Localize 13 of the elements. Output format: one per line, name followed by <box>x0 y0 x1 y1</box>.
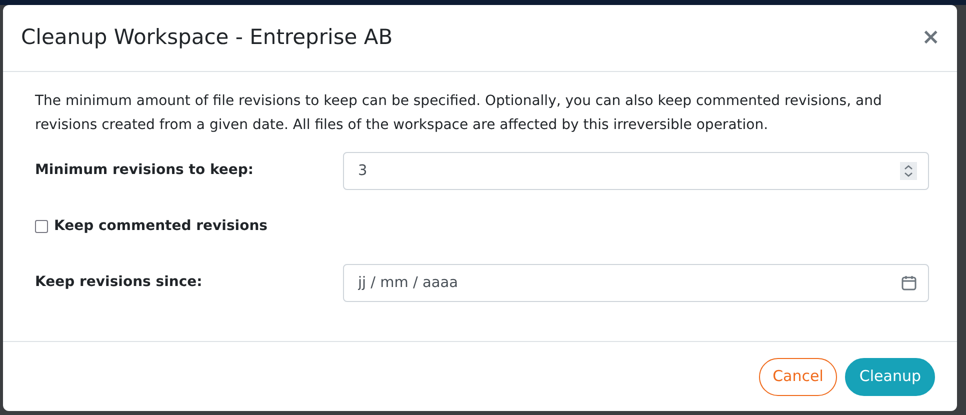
cancel-button[interactable]: Cancel <box>758 358 838 396</box>
close-button[interactable]: × <box>922 27 940 49</box>
date-field[interactable]: jj / mm / aaaa <box>343 264 929 302</box>
cleanup-button[interactable]: Cleanup <box>845 358 935 396</box>
checkbox-label[interactable]: Keep commented revisions <box>54 216 268 238</box>
calendar-icon[interactable] <box>901 274 917 291</box>
checkbox[interactable] <box>35 220 48 234</box>
field-label: Keep revisions since: <box>35 273 204 292</box>
dialog-title: Cleanup Workspace - Entreprise AB <box>21 25 393 51</box>
spinner-icon[interactable] <box>900 162 917 180</box>
field-label: Minimum revisions to keep: <box>35 161 254 180</box>
description-text: The minimum amount of file revisions to keep can be specified. Optionally, you can also keep commented revisions, and revisions created from a given date. All files of the workspace are affected by this irreversible operation. <box>35 92 883 135</box>
number-field[interactable]: 3 <box>343 152 929 190</box>
